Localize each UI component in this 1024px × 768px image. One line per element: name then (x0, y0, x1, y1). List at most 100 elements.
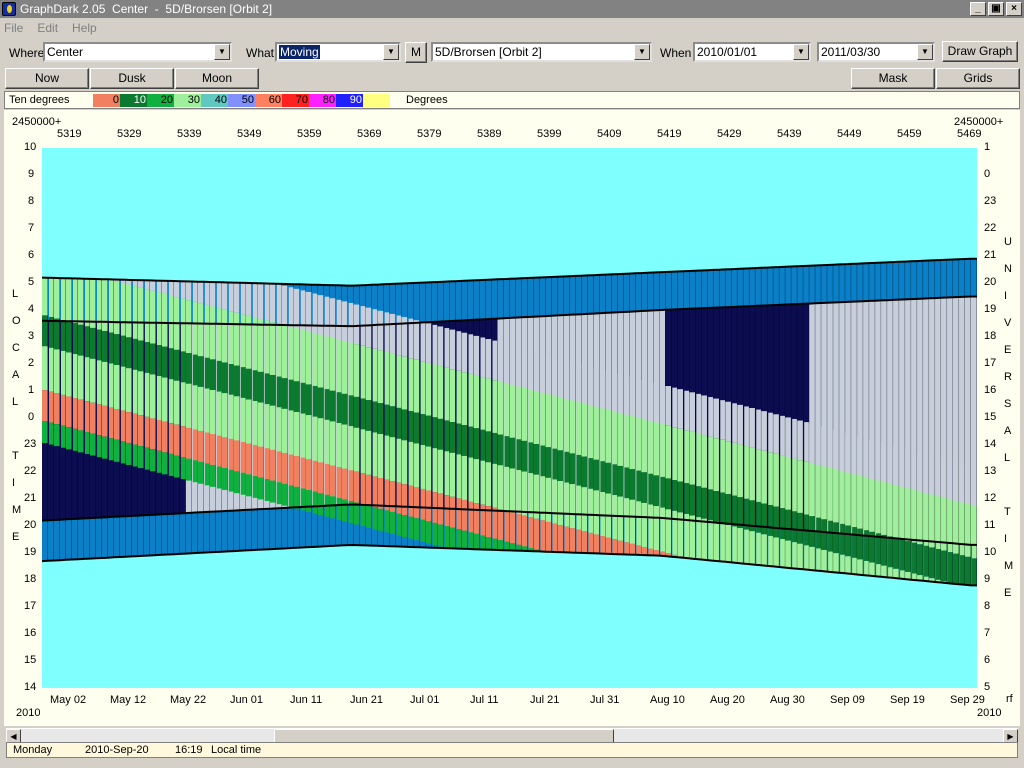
what-select[interactable]: Moving ▼ (275, 42, 401, 62)
restore-button[interactable]: ▣ (988, 2, 1004, 16)
altitude-cell (624, 375, 630, 415)
object-select[interactable]: 5D/Brorsen [Orbit 2] ▼ (431, 42, 652, 62)
altitude-cell (617, 496, 624, 541)
menu-edit[interactable]: Edit (37, 21, 58, 35)
altitude-cell (317, 493, 324, 516)
altitude-cell (276, 376, 282, 408)
altitude-cell (197, 430, 204, 462)
legend-swatch: 0 (93, 94, 120, 107)
altitude-cell (281, 325, 288, 379)
altitude-cell (209, 306, 216, 360)
altitude-cell (293, 412, 300, 457)
twilight-morning-cell (557, 276, 564, 316)
altitude-cell (773, 537, 780, 567)
altitude-cell (581, 364, 588, 404)
altitude-cell (773, 453, 780, 507)
twilight-evening-cell (197, 512, 205, 553)
draw-graph-button[interactable]: Draw Graph (942, 41, 1018, 62)
altitude-cell (492, 463, 498, 508)
now-button[interactable]: Now (5, 68, 89, 89)
altitude-cell (144, 280, 150, 290)
twilight-morning-cell (827, 264, 834, 303)
altitude-cell (353, 502, 360, 525)
altitude-cell (689, 431, 696, 485)
twilight-morning-cell (803, 266, 810, 304)
twilight-morning-cell (551, 276, 558, 316)
twilight-morning-cell (911, 261, 918, 300)
where-select[interactable]: Center ▼ (43, 42, 232, 62)
left-axis-tick: 6 (28, 249, 35, 261)
altitude-cell (132, 369, 138, 414)
altitude-cell (437, 418, 444, 450)
twilight-morning-cell (593, 275, 600, 314)
twilight-morning-cell (611, 274, 618, 313)
chevron-down-icon[interactable]: ▼ (634, 44, 650, 60)
grids-button[interactable]: Grids (936, 68, 1020, 89)
altitude-cell (432, 364, 438, 418)
twilight-evening-cell (263, 508, 271, 550)
altitude-cell (737, 404, 744, 445)
twilight-evening-cell (269, 508, 277, 550)
altitude-cell (905, 571, 911, 580)
altitude-cell (900, 486, 905, 540)
bottom-axis-tick: May 02 (50, 694, 87, 706)
right-axis-tick: 7 (984, 627, 991, 639)
right-axis-tick: 16 (984, 384, 997, 396)
altitude-cell (504, 383, 510, 437)
altitude-cell (672, 510, 678, 555)
twilight-morning-cell (767, 267, 774, 306)
left-axis-label-char: E (12, 531, 20, 543)
visibility-plot[interactable] (42, 148, 977, 688)
twilight-evening-cell (149, 514, 157, 556)
altitude-cell (857, 559, 863, 575)
altitude-cell (180, 382, 186, 427)
dusk-button[interactable]: Dusk (90, 68, 174, 89)
date-to-select[interactable]: 2011/03/30 ▼ (817, 42, 935, 62)
altitude-cell (264, 404, 270, 449)
graph-area[interactable]: 2450000+ 2450000+ 5319 5329 5339 5349 5359 53… (4, 110, 1020, 726)
close-button[interactable]: × (1006, 2, 1022, 16)
twilight-evening-cell (77, 518, 85, 560)
twilight-morning-cell (515, 278, 522, 318)
altitude-cell (125, 442, 132, 465)
altitude-cell (168, 423, 174, 454)
chevron-down-icon[interactable]: ▼ (793, 44, 809, 60)
altitude-cell (341, 424, 348, 469)
moon-app-icon[interactable] (2, 2, 16, 16)
altitude-cell (552, 356, 558, 396)
mask-button[interactable]: Mask (851, 68, 935, 89)
altitude-cell (641, 502, 648, 547)
twilight-morning-cell (635, 273, 642, 312)
right-axis-tick: 18 (984, 330, 997, 342)
altitude-cell (77, 324, 84, 356)
twilight-morning-cell (815, 265, 822, 304)
chevron-down-icon[interactable]: ▼ (917, 44, 933, 60)
menu-help[interactable]: Help (72, 21, 97, 35)
chevron-down-icon[interactable]: ▼ (214, 44, 230, 60)
horizontal-scrollbar[interactable]: ◀ ▶ (6, 728, 1018, 744)
moon-button[interactable]: Moon (175, 68, 259, 89)
altitude-cell (689, 484, 696, 516)
altitude-cell (161, 421, 168, 453)
twilight-morning-cell (791, 266, 798, 305)
altitude-cell (324, 419, 330, 464)
altitude-cell (377, 433, 384, 478)
altitude-cell (780, 508, 786, 540)
altitude-cell (912, 573, 917, 580)
menu-file[interactable]: File (4, 21, 23, 35)
date-from-select[interactable]: 2010/01/01 ▼ (693, 42, 811, 62)
altitude-cell (468, 426, 474, 458)
altitude-cell (161, 293, 168, 347)
twilight-evening-cell (287, 507, 295, 549)
altitude-cell (521, 471, 528, 516)
altitude-cell (396, 407, 402, 439)
altitude-cell (408, 441, 414, 486)
minimize-button[interactable]: _ (970, 2, 986, 16)
m-button[interactable]: M (405, 42, 427, 63)
chevron-down-icon[interactable]: ▼ (383, 44, 399, 60)
altitude-cell (293, 328, 300, 382)
toolbar-secondary: Now Dusk Moon Mask Grids (0, 68, 1024, 90)
altitude-cell (53, 349, 60, 394)
altitude-cell (557, 525, 564, 553)
altitude-cell (828, 551, 833, 572)
